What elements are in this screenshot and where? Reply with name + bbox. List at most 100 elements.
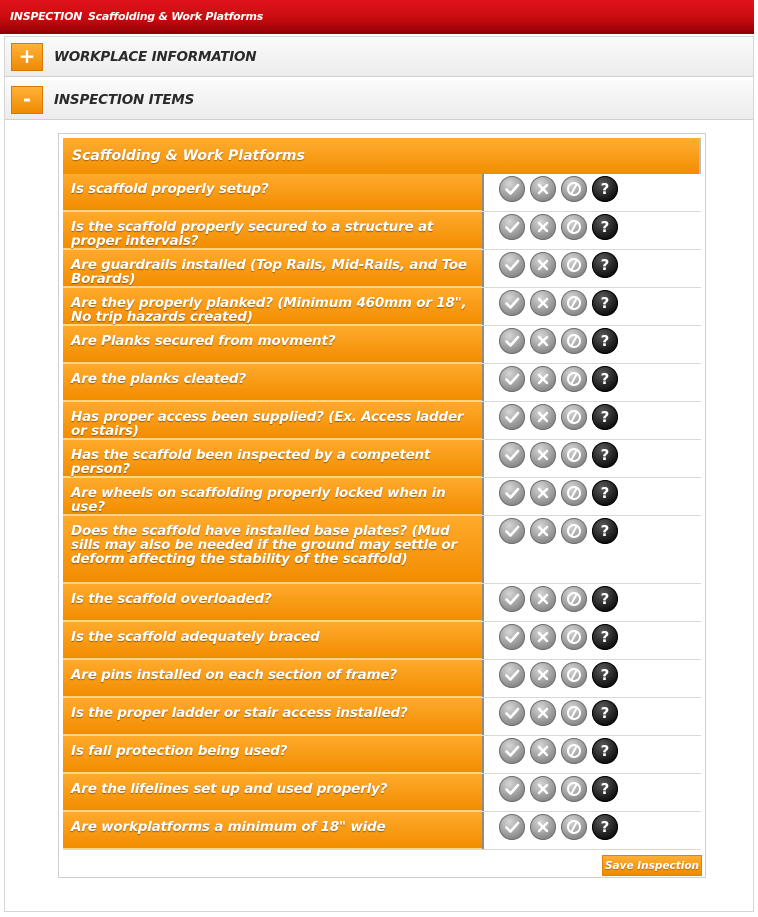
- not-applicable-icon[interactable]: [561, 214, 587, 240]
- help-icon[interactable]: ?: [592, 776, 618, 802]
- help-glyph: ?: [600, 446, 610, 464]
- check-icon[interactable]: [499, 586, 525, 612]
- x-icon[interactable]: [530, 586, 556, 612]
- header-title: Scaffolding & Work Platforms: [88, 10, 263, 23]
- check-icon[interactable]: [499, 328, 525, 354]
- help-icon[interactable]: ?: [592, 404, 618, 430]
- check-icon[interactable]: [499, 480, 525, 506]
- help-icon[interactable]: ?: [592, 252, 618, 278]
- x-icon[interactable]: [530, 518, 556, 544]
- help-icon[interactable]: ?: [592, 738, 618, 764]
- x-icon[interactable]: [530, 738, 556, 764]
- help-glyph: ?: [600, 180, 610, 198]
- answer-buttons: ?: [499, 214, 623, 244]
- x-icon[interactable]: [530, 442, 556, 468]
- not-applicable-icon[interactable]: [561, 442, 587, 468]
- question-row: Are they properly planked? (Minimum 460m…: [63, 288, 701, 326]
- answer-buttons: ?: [499, 252, 623, 282]
- not-applicable-icon[interactable]: [561, 814, 587, 840]
- help-icon[interactable]: ?: [592, 700, 618, 726]
- help-icon[interactable]: ?: [592, 814, 618, 840]
- question-text: Are the lifelines set up and used proper…: [63, 774, 482, 811]
- help-icon[interactable]: ?: [592, 176, 618, 202]
- not-applicable-icon[interactable]: [561, 662, 587, 688]
- check-icon[interactable]: [499, 366, 525, 392]
- help-glyph: ?: [600, 370, 610, 388]
- not-applicable-icon[interactable]: [561, 518, 587, 544]
- check-icon[interactable]: [499, 738, 525, 764]
- not-applicable-icon[interactable]: [561, 290, 587, 316]
- help-icon[interactable]: ?: [592, 290, 618, 316]
- help-icon[interactable]: ?: [592, 480, 618, 506]
- section-label[interactable]: INSPECTION ITEMS: [54, 80, 194, 120]
- not-applicable-icon[interactable]: [561, 776, 587, 802]
- x-icon[interactable]: [530, 404, 556, 430]
- not-applicable-icon[interactable]: [561, 738, 587, 764]
- check-icon[interactable]: [499, 662, 525, 688]
- save-inspection-button[interactable]: Save Inspection: [602, 855, 702, 876]
- not-applicable-icon[interactable]: [561, 480, 587, 506]
- answer-cell: ?: [482, 364, 701, 401]
- question-text: Does the scaffold have installed base pl…: [63, 516, 482, 583]
- question-text: Has proper access been supplied? (Ex. Ac…: [63, 402, 482, 439]
- help-glyph: ?: [600, 218, 610, 236]
- x-icon[interactable]: [530, 700, 556, 726]
- question-text: Is the proper ladder or stair access ins…: [63, 698, 482, 735]
- collapse-toggle-button[interactable]: -: [11, 86, 43, 114]
- check-icon[interactable]: [499, 442, 525, 468]
- check-icon[interactable]: [499, 290, 525, 316]
- help-glyph: ?: [600, 332, 610, 350]
- help-icon[interactable]: ?: [592, 586, 618, 612]
- check-icon[interactable]: [499, 214, 525, 240]
- check-icon[interactable]: [499, 776, 525, 802]
- help-glyph: ?: [600, 666, 610, 684]
- help-icon[interactable]: ?: [592, 624, 618, 650]
- x-icon[interactable]: [530, 776, 556, 802]
- not-applicable-icon[interactable]: [561, 404, 587, 430]
- x-icon[interactable]: [530, 290, 556, 316]
- answer-cell: ?: [482, 698, 701, 735]
- x-icon[interactable]: [530, 366, 556, 392]
- x-icon[interactable]: [530, 176, 556, 202]
- question-text: Is the scaffold adequately braced: [63, 622, 482, 659]
- help-icon[interactable]: ?: [592, 518, 618, 544]
- help-icon[interactable]: ?: [592, 366, 618, 392]
- check-icon[interactable]: [499, 624, 525, 650]
- help-glyph: ?: [600, 742, 610, 760]
- section-label[interactable]: WORKPLACE INFORMATION: [54, 37, 257, 77]
- not-applicable-icon[interactable]: [561, 700, 587, 726]
- question-row: Is the proper ladder or stair access ins…: [63, 698, 701, 736]
- answer-buttons: ?: [499, 662, 623, 692]
- expand-toggle-button[interactable]: +: [11, 43, 43, 71]
- x-icon[interactable]: [530, 480, 556, 506]
- check-icon[interactable]: [499, 518, 525, 544]
- help-icon[interactable]: ?: [592, 214, 618, 240]
- not-applicable-icon[interactable]: [561, 624, 587, 650]
- x-icon[interactable]: [530, 624, 556, 650]
- not-applicable-icon[interactable]: [561, 586, 587, 612]
- not-applicable-icon[interactable]: [561, 328, 587, 354]
- inspection-items-panel: Scaffolding & Work Platforms Is scaffold…: [58, 133, 706, 878]
- x-icon[interactable]: [530, 662, 556, 688]
- x-icon[interactable]: [530, 328, 556, 354]
- answer-cell: ?: [482, 478, 701, 515]
- not-applicable-icon[interactable]: [561, 252, 587, 278]
- help-icon[interactable]: ?: [592, 442, 618, 468]
- not-applicable-icon[interactable]: [561, 176, 587, 202]
- check-icon[interactable]: [499, 404, 525, 430]
- help-icon[interactable]: ?: [592, 662, 618, 688]
- section-workplace-information[interactable]: + WORKPLACE INFORMATION: [5, 37, 753, 77]
- help-icon[interactable]: ?: [592, 328, 618, 354]
- answer-cell: ?: [482, 660, 701, 697]
- question-row: Are the lifelines set up and used proper…: [63, 774, 701, 812]
- not-applicable-icon[interactable]: [561, 366, 587, 392]
- section-inspection-items[interactable]: - INSPECTION ITEMS: [5, 80, 753, 120]
- check-icon[interactable]: [499, 814, 525, 840]
- check-icon[interactable]: [499, 176, 525, 202]
- answer-cell: ?: [482, 622, 701, 659]
- check-icon[interactable]: [499, 252, 525, 278]
- x-icon[interactable]: [530, 252, 556, 278]
- x-icon[interactable]: [530, 214, 556, 240]
- check-icon[interactable]: [499, 700, 525, 726]
- x-icon[interactable]: [530, 814, 556, 840]
